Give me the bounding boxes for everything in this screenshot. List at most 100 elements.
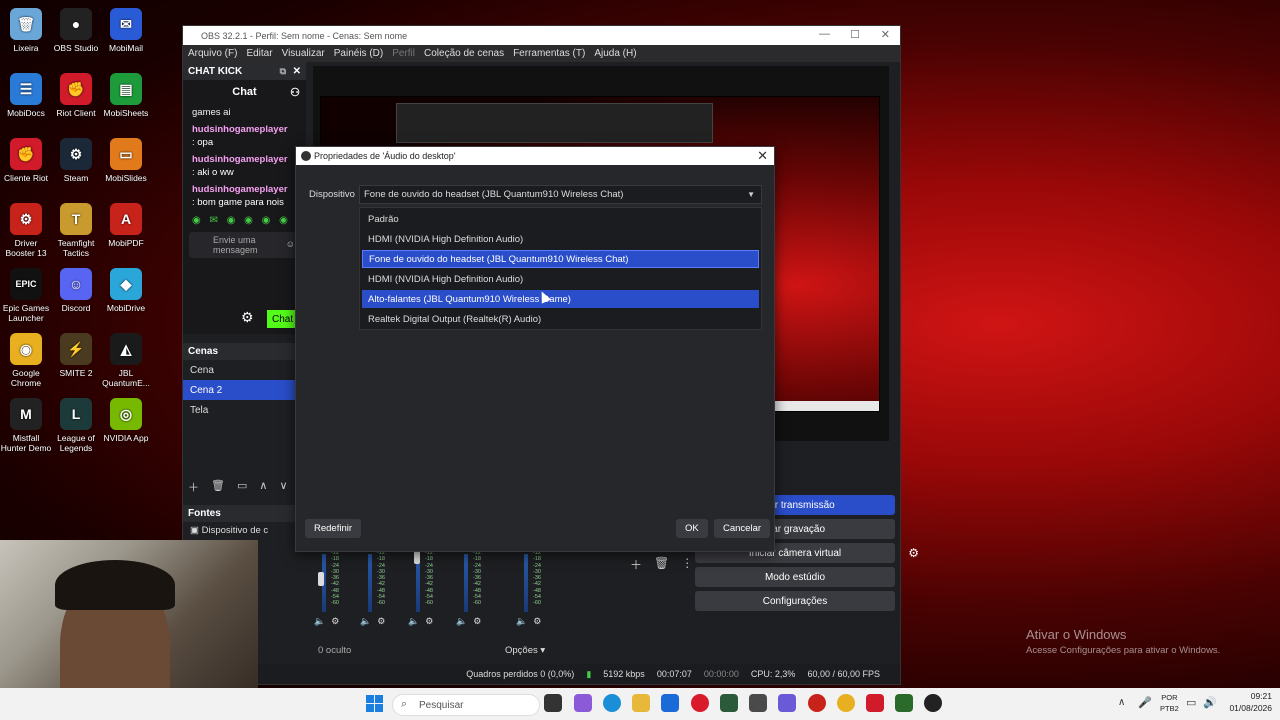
- desktop-icon[interactable]: EPIC Epic Games Launcher: [0, 264, 52, 323]
- desktop-icon[interactable]: T Teamfight Tactics: [50, 199, 102, 258]
- desktop-icon[interactable]: 🗑 Lixeira: [0, 4, 52, 53]
- add-icon[interactable]: ＋: [188, 479, 199, 495]
- desktop-icon[interactable]: ⚙ Steam: [50, 134, 102, 183]
- desktop-icon[interactable]: ☰ MobiDocs: [0, 69, 52, 118]
- more-icon[interactable]: ⋮: [681, 556, 693, 573]
- device-option-padrao[interactable]: Padrão: [362, 210, 759, 228]
- speaker-icon[interactable]: 🔈: [360, 616, 371, 627]
- clock[interactable]: 09:21 01/08/2026: [1229, 690, 1272, 714]
- desktop-icon[interactable]: ✊ Cliente Riot: [0, 134, 52, 183]
- filter-icon[interactable]: ▭: [237, 479, 247, 495]
- source-item[interactable]: ▣ Dispositivo de c: [190, 525, 268, 536]
- mixer-settings-icon[interactable]: ⚙: [377, 616, 385, 627]
- teams-icon[interactable]: [778, 694, 796, 712]
- device-option-hdmi-1[interactable]: HDMI (NVIDIA High Definition Audio): [362, 230, 759, 248]
- speaker-icon[interactable]: 🔈: [456, 616, 467, 627]
- volume-slider[interactable]: [318, 572, 324, 586]
- dialog-close-icon[interactable]: ✕: [757, 148, 768, 164]
- mixer-settings-icon[interactable]: ⚙: [473, 616, 481, 627]
- scene-item-cena[interactable]: Cena: [183, 360, 295, 380]
- desktop-icon[interactable]: ▤ MobiSheets: [100, 69, 152, 118]
- desktop-icon[interactable]: ◭ JBL QuantumE...: [100, 329, 152, 388]
- device-option-headset-chat[interactable]: Fone de ouvido do headset (JBL Quantum91…: [362, 250, 759, 268]
- emote-row[interactable]: ◉ ✉ ◉ ◉ ◉ ◉: [183, 211, 306, 230]
- menu-editar[interactable]: Editar: [246, 48, 272, 59]
- outlook-icon[interactable]: [661, 694, 679, 712]
- scene-item-tela[interactable]: Tela: [183, 400, 295, 420]
- desktop-icon[interactable]: M Mistfall Hunter Demo: [0, 394, 52, 453]
- riot-icon[interactable]: [866, 694, 884, 712]
- mixer-settings-icon[interactable]: ⚙: [533, 616, 541, 627]
- desktop-icon[interactable]: A MobiPDF: [100, 199, 152, 248]
- move-up-icon[interactable]: ∧: [259, 479, 267, 495]
- desktop-icon[interactable]: ▭ MobiSlides: [100, 134, 152, 183]
- device-option-realtek[interactable]: Realtek Digital Output (Realtek(R) Audio…: [362, 310, 759, 328]
- desktop-icon[interactable]: L League of Legends: [50, 394, 102, 453]
- desktop-icon[interactable]: ◆ MobiDrive: [100, 264, 152, 313]
- ok-button[interactable]: OK: [676, 519, 708, 538]
- edge-icon[interactable]: [603, 694, 621, 712]
- volume-icon[interactable]: 🔊: [1203, 696, 1217, 709]
- chat-username[interactable]: hudsinhogameplayer: [192, 183, 297, 196]
- desktop-icon[interactable]: ⚙ Driver Booster 13: [0, 199, 52, 258]
- user-list-icon[interactable]: ⚇: [290, 86, 300, 99]
- move-down-icon[interactable]: ∨: [279, 479, 287, 495]
- network-icon[interactable]: ▭: [1186, 696, 1196, 709]
- menu-perfil[interactable]: Perfil: [392, 48, 415, 59]
- chrome-icon[interactable]: [837, 694, 855, 712]
- device-option-hdmi-2[interactable]: HDMI (NVIDIA High Definition Audio): [362, 270, 759, 288]
- close-icon[interactable]: ✕: [881, 28, 890, 41]
- desktop-icon[interactable]: ⚡ SMITE 2: [50, 329, 102, 378]
- menu-paineis[interactable]: Painéis (D): [334, 48, 383, 59]
- app-icon[interactable]: [720, 694, 738, 712]
- volume-slider[interactable]: [414, 550, 420, 564]
- speaker-icon[interactable]: 🔈: [516, 616, 527, 627]
- desktop-icon[interactable]: ✊ Riot Client: [50, 69, 102, 118]
- dock-close-icon[interactable]: ✕: [293, 66, 301, 77]
- chat-username[interactable]: hudsinhogameplayer: [192, 123, 297, 136]
- menu-ferramentas[interactable]: Ferramentas (T): [513, 48, 585, 59]
- desktop-icon[interactable]: ● OBS Studio: [50, 4, 102, 53]
- device-option-speakers-game[interactable]: Alto-falantes (JBL Quantum910 Wireless G…: [362, 290, 759, 308]
- trash-icon[interactable]: 🗑: [654, 556, 669, 573]
- reset-button[interactable]: Redefinir: [305, 519, 362, 538]
- taskbar-search[interactable]: ⌕ Pesquisar: [392, 694, 540, 716]
- speaker-icon[interactable]: 🔈: [314, 616, 325, 627]
- chat-username[interactable]: hudsinhogameplayer: [192, 153, 297, 166]
- settings-button[interactable]: Configurações: [695, 591, 895, 611]
- desktop-icon[interactable]: ◎ NVIDIA App: [100, 394, 152, 443]
- mixer-settings-icon[interactable]: ⚙: [425, 616, 433, 627]
- desktop-icon[interactable]: ☺ Discord: [50, 264, 102, 313]
- menu-ajuda[interactable]: Ajuda (H): [594, 48, 636, 59]
- studio-mode-button[interactable]: Modo estúdio: [695, 567, 895, 587]
- minimize-icon[interactable]: —: [819, 28, 830, 40]
- chat-input[interactable]: Envie uma mensagem ☺: [189, 232, 300, 258]
- task-view-icon[interactable]: [544, 694, 562, 712]
- app-icon[interactable]: [895, 694, 913, 712]
- obs-icon[interactable]: [924, 694, 942, 712]
- trash-icon[interactable]: 🗑: [211, 479, 225, 495]
- add-icon[interactable]: ＋: [630, 556, 642, 573]
- menu-arquivo[interactable]: Arquivo (F): [188, 48, 237, 59]
- scene-item-cena-2[interactable]: Cena 2: [183, 380, 295, 400]
- emoji-icon[interactable]: ☺: [286, 239, 295, 249]
- opera-icon[interactable]: [691, 694, 709, 712]
- language-indicator[interactable]: POR PTB2: [1160, 692, 1179, 714]
- microphone-icon[interactable]: 🎤: [1138, 696, 1152, 709]
- menu-colecao-cenas[interactable]: Coleção de cenas: [424, 48, 504, 59]
- desktop-icon[interactable]: ◉ Google Chrome: [0, 329, 52, 388]
- undock-icon[interactable]: ⧉: [280, 66, 286, 77]
- mixer-settings-icon[interactable]: ⚙: [331, 616, 339, 627]
- tray-chevron-icon[interactable]: ∧: [1118, 697, 1125, 708]
- file-explorer-icon[interactable]: [632, 694, 650, 712]
- cancel-button[interactable]: Cancelar: [714, 519, 771, 538]
- device-select[interactable]: Fone de ouvido do headset (JBL Quantum91…: [359, 185, 762, 204]
- maximize-icon[interactable]: ☐: [850, 28, 860, 41]
- app-icon[interactable]: [749, 694, 767, 712]
- desktop-icon[interactable]: ✉ MobiMail: [100, 4, 152, 53]
- app-icon[interactable]: [808, 694, 826, 712]
- windows-start-icon[interactable]: [366, 695, 383, 712]
- speaker-icon[interactable]: 🔈: [408, 616, 419, 627]
- menu-visualizar[interactable]: Visualizar: [282, 48, 325, 59]
- virtual-camera-settings-icon[interactable]: ⚙: [908, 546, 919, 560]
